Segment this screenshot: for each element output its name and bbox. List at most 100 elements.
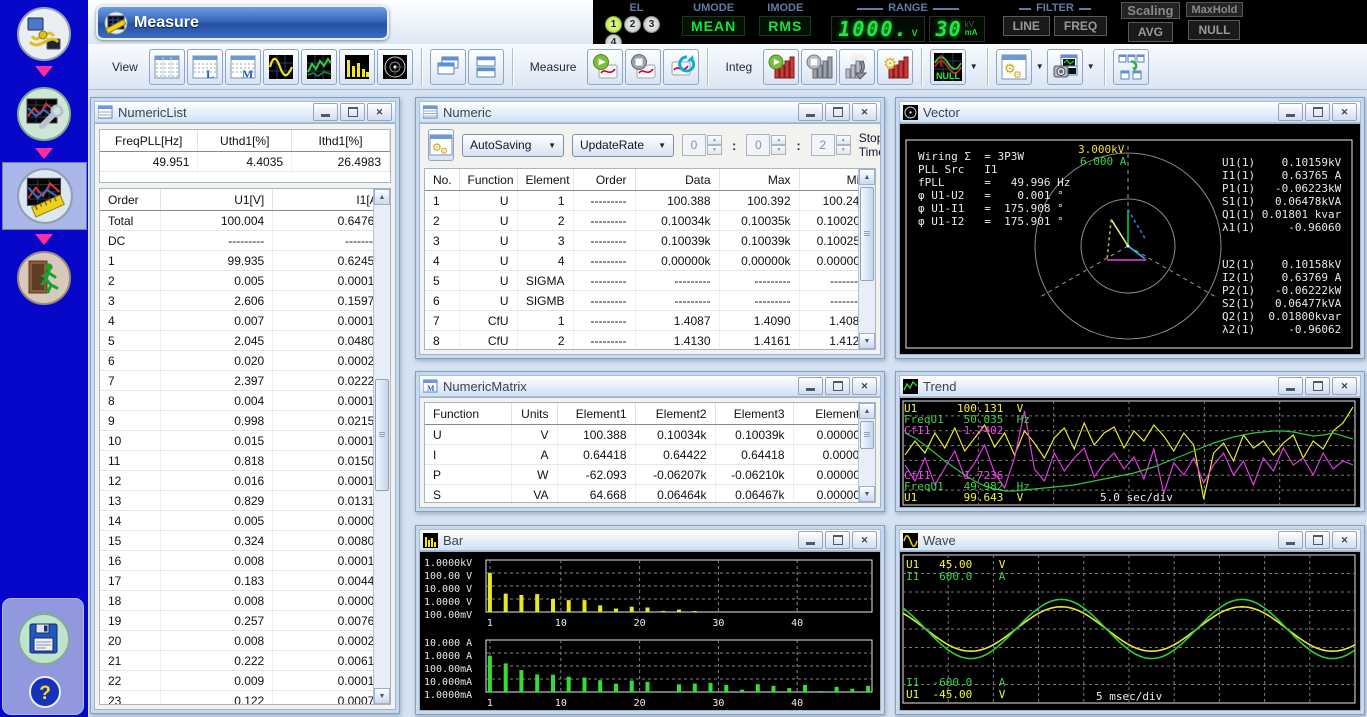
close-button[interactable]: ✕ — [1332, 103, 1357, 121]
table-row: 130.8290.01312 — [100, 491, 390, 511]
updaterate-dropdown[interactable]: UpdateRate▼ — [572, 134, 674, 157]
wiring-icon[interactable] — [0, 6, 88, 62]
capture-button[interactable] — [1047, 49, 1083, 85]
scrollbar-thumb[interactable] — [860, 187, 874, 281]
close-button[interactable]: ✕ — [1332, 377, 1357, 395]
table-row: PW-62.093-0.06207k-0.06210k0.00000k — [425, 465, 875, 485]
numeric-matrix-view-button[interactable]: M — [225, 49, 261, 85]
trend-titlebar[interactable]: Trend ✕ — [899, 375, 1361, 397]
minimize-button[interactable] — [313, 103, 338, 121]
numeric-titlebar[interactable]: Numeric ✕ — [419, 101, 881, 123]
minimize-button[interactable] — [1278, 531, 1303, 549]
measure-stop-button[interactable] — [625, 49, 661, 85]
scroll-up-button[interactable]: ▲ — [374, 189, 390, 205]
help-button[interactable]: ? — [28, 675, 62, 714]
line-filter-button[interactable]: LINE — [1003, 16, 1050, 36]
restore-button[interactable] — [1305, 377, 1330, 395]
tile-windows-button[interactable] — [468, 49, 504, 85]
timer-seconds-spinner[interactable]: 2 ▲▼ — [811, 134, 851, 156]
app-title-button[interactable]: Measure — [96, 5, 389, 40]
el-3-indicator[interactable]: 3 — [643, 16, 660, 33]
integ-settings-button[interactable]: ⚙ — [877, 49, 913, 85]
scrollbar-thumb[interactable] — [375, 379, 389, 491]
scroll-down-button[interactable]: ▼ — [859, 486, 875, 502]
sidebar-item-measure[interactable] — [2, 162, 87, 230]
timer-minutes-spinner[interactable]: 0 ▲▼ — [746, 134, 786, 156]
wave-view-button[interactable] — [263, 49, 299, 85]
el-1-indicator[interactable]: 1 — [605, 16, 622, 33]
close-button[interactable]: ✕ — [852, 531, 877, 549]
minimize-button[interactable] — [1278, 377, 1303, 395]
column-header: Data — [635, 169, 719, 191]
table-row: 7CfU1---------1.40871.40901.4080 — [425, 311, 875, 331]
window-arrange-button[interactable] — [1113, 49, 1149, 85]
freq-filter-button[interactable]: FREQ — [1054, 16, 1107, 36]
minimize-button[interactable] — [798, 103, 823, 121]
vector-view-button[interactable] — [377, 49, 413, 85]
table-row: 8CfU2---------1.41301.41611.4127 — [425, 331, 875, 351]
restore-button[interactable] — [825, 103, 850, 121]
vector-titlebar[interactable]: Vector ✕ — [899, 101, 1361, 123]
restore-button[interactable] — [1305, 103, 1330, 121]
vertical-scrollbar[interactable]: ▲▼ — [373, 189, 390, 704]
close-button[interactable]: ✕ — [852, 103, 877, 121]
setup-icon[interactable] — [0, 86, 88, 142]
svg-text:30: 30 — [712, 618, 724, 629]
null-button[interactable]: NULL — [930, 49, 966, 85]
autosaving-dropdown[interactable]: AutoSaving▼ — [462, 134, 564, 157]
cascade-windows-button[interactable] — [430, 49, 466, 85]
scroll-down-button[interactable]: ▼ — [859, 333, 875, 349]
workspace: NumericList ✕ FreqPLL[Hz]Uthd1[%]Ithd1[%… — [88, 90, 1367, 717]
close-button[interactable]: ✕ — [1332, 531, 1357, 549]
numeric-settings-button[interactable]: ⚙⚙ — [428, 129, 454, 161]
restore-button[interactable] — [825, 377, 850, 395]
vertical-scrollbar[interactable]: ▲▼ — [858, 403, 875, 502]
measure-update-button[interactable] — [663, 49, 699, 85]
scroll-up-button[interactable]: ▲ — [859, 403, 875, 419]
column-header: Element — [517, 169, 573, 191]
integ-stop-button[interactable] — [801, 49, 837, 85]
numeric-matrix-body: FunctionUnitsElement1Element2Element3Ele… — [419, 397, 881, 508]
flow-arrow-icon — [35, 148, 53, 159]
column-header: Ithd1[%] — [292, 130, 390, 152]
numeric-list-view-button[interactable]: L — [187, 49, 223, 85]
el-2-indicator[interactable]: 2 — [624, 16, 641, 33]
bar-titlebar[interactable]: Bar ✕ — [419, 529, 881, 551]
measure-start-button[interactable] — [587, 49, 623, 85]
close-button[interactable]: ✕ — [852, 377, 877, 395]
timer-hours-spinner[interactable]: 0 ▲▼ — [682, 134, 722, 156]
numeric-matrix-titlebar[interactable]: M NumericMatrix ✕ — [419, 375, 881, 397]
settings-gears-icon: ⚙⚙ — [1000, 53, 1028, 81]
settings-dropdown[interactable]: ▼ — [1033, 49, 1046, 85]
view-label: View — [112, 60, 138, 74]
null-dropdown[interactable]: ▼ — [967, 49, 980, 85]
numeric-view-button[interactable] — [149, 49, 185, 85]
scroll-up-button[interactable]: ▲ — [859, 169, 875, 185]
close-button[interactable]: ✕ — [367, 103, 392, 121]
svg-text:⚙: ⚙ — [883, 54, 897, 73]
restore-button[interactable] — [1305, 531, 1330, 549]
scroll-down-button[interactable]: ▼ — [374, 688, 390, 704]
wave-titlebar[interactable]: Wave ✕ — [899, 529, 1361, 551]
data-table: FunctionUnitsElement1Element2Element3Ele… — [425, 403, 875, 503]
exit-icon[interactable] — [0, 250, 88, 306]
table-row: 2U2---------0.10034k0.10035k0.10020k — [425, 211, 875, 231]
scrollbar-thumb[interactable] — [860, 421, 874, 449]
integ-start-button[interactable] — [763, 49, 799, 85]
numeric-list-titlebar[interactable]: NumericList ✕ — [94, 101, 396, 123]
save-button[interactable] — [17, 612, 71, 671]
settings-button[interactable]: ⚙⚙ — [996, 49, 1032, 85]
bar-view-button[interactable] — [339, 49, 375, 85]
capture-dropdown[interactable]: ▼ — [1084, 49, 1097, 85]
minimize-button[interactable] — [798, 377, 823, 395]
minimize-button[interactable] — [798, 531, 823, 549]
restore-button[interactable] — [825, 531, 850, 549]
null-status-button[interactable]: NULL — [1188, 20, 1240, 40]
integ-reset-button[interactable] — [839, 49, 875, 85]
minimize-button[interactable] — [1278, 103, 1303, 121]
tile-windows-icon — [473, 54, 499, 80]
vertical-scrollbar[interactable]: ▲▼ — [858, 169, 875, 349]
avg-button[interactable]: AVG — [1128, 22, 1173, 42]
trend-view-button[interactable] — [301, 49, 337, 85]
restore-button[interactable] — [340, 103, 365, 121]
